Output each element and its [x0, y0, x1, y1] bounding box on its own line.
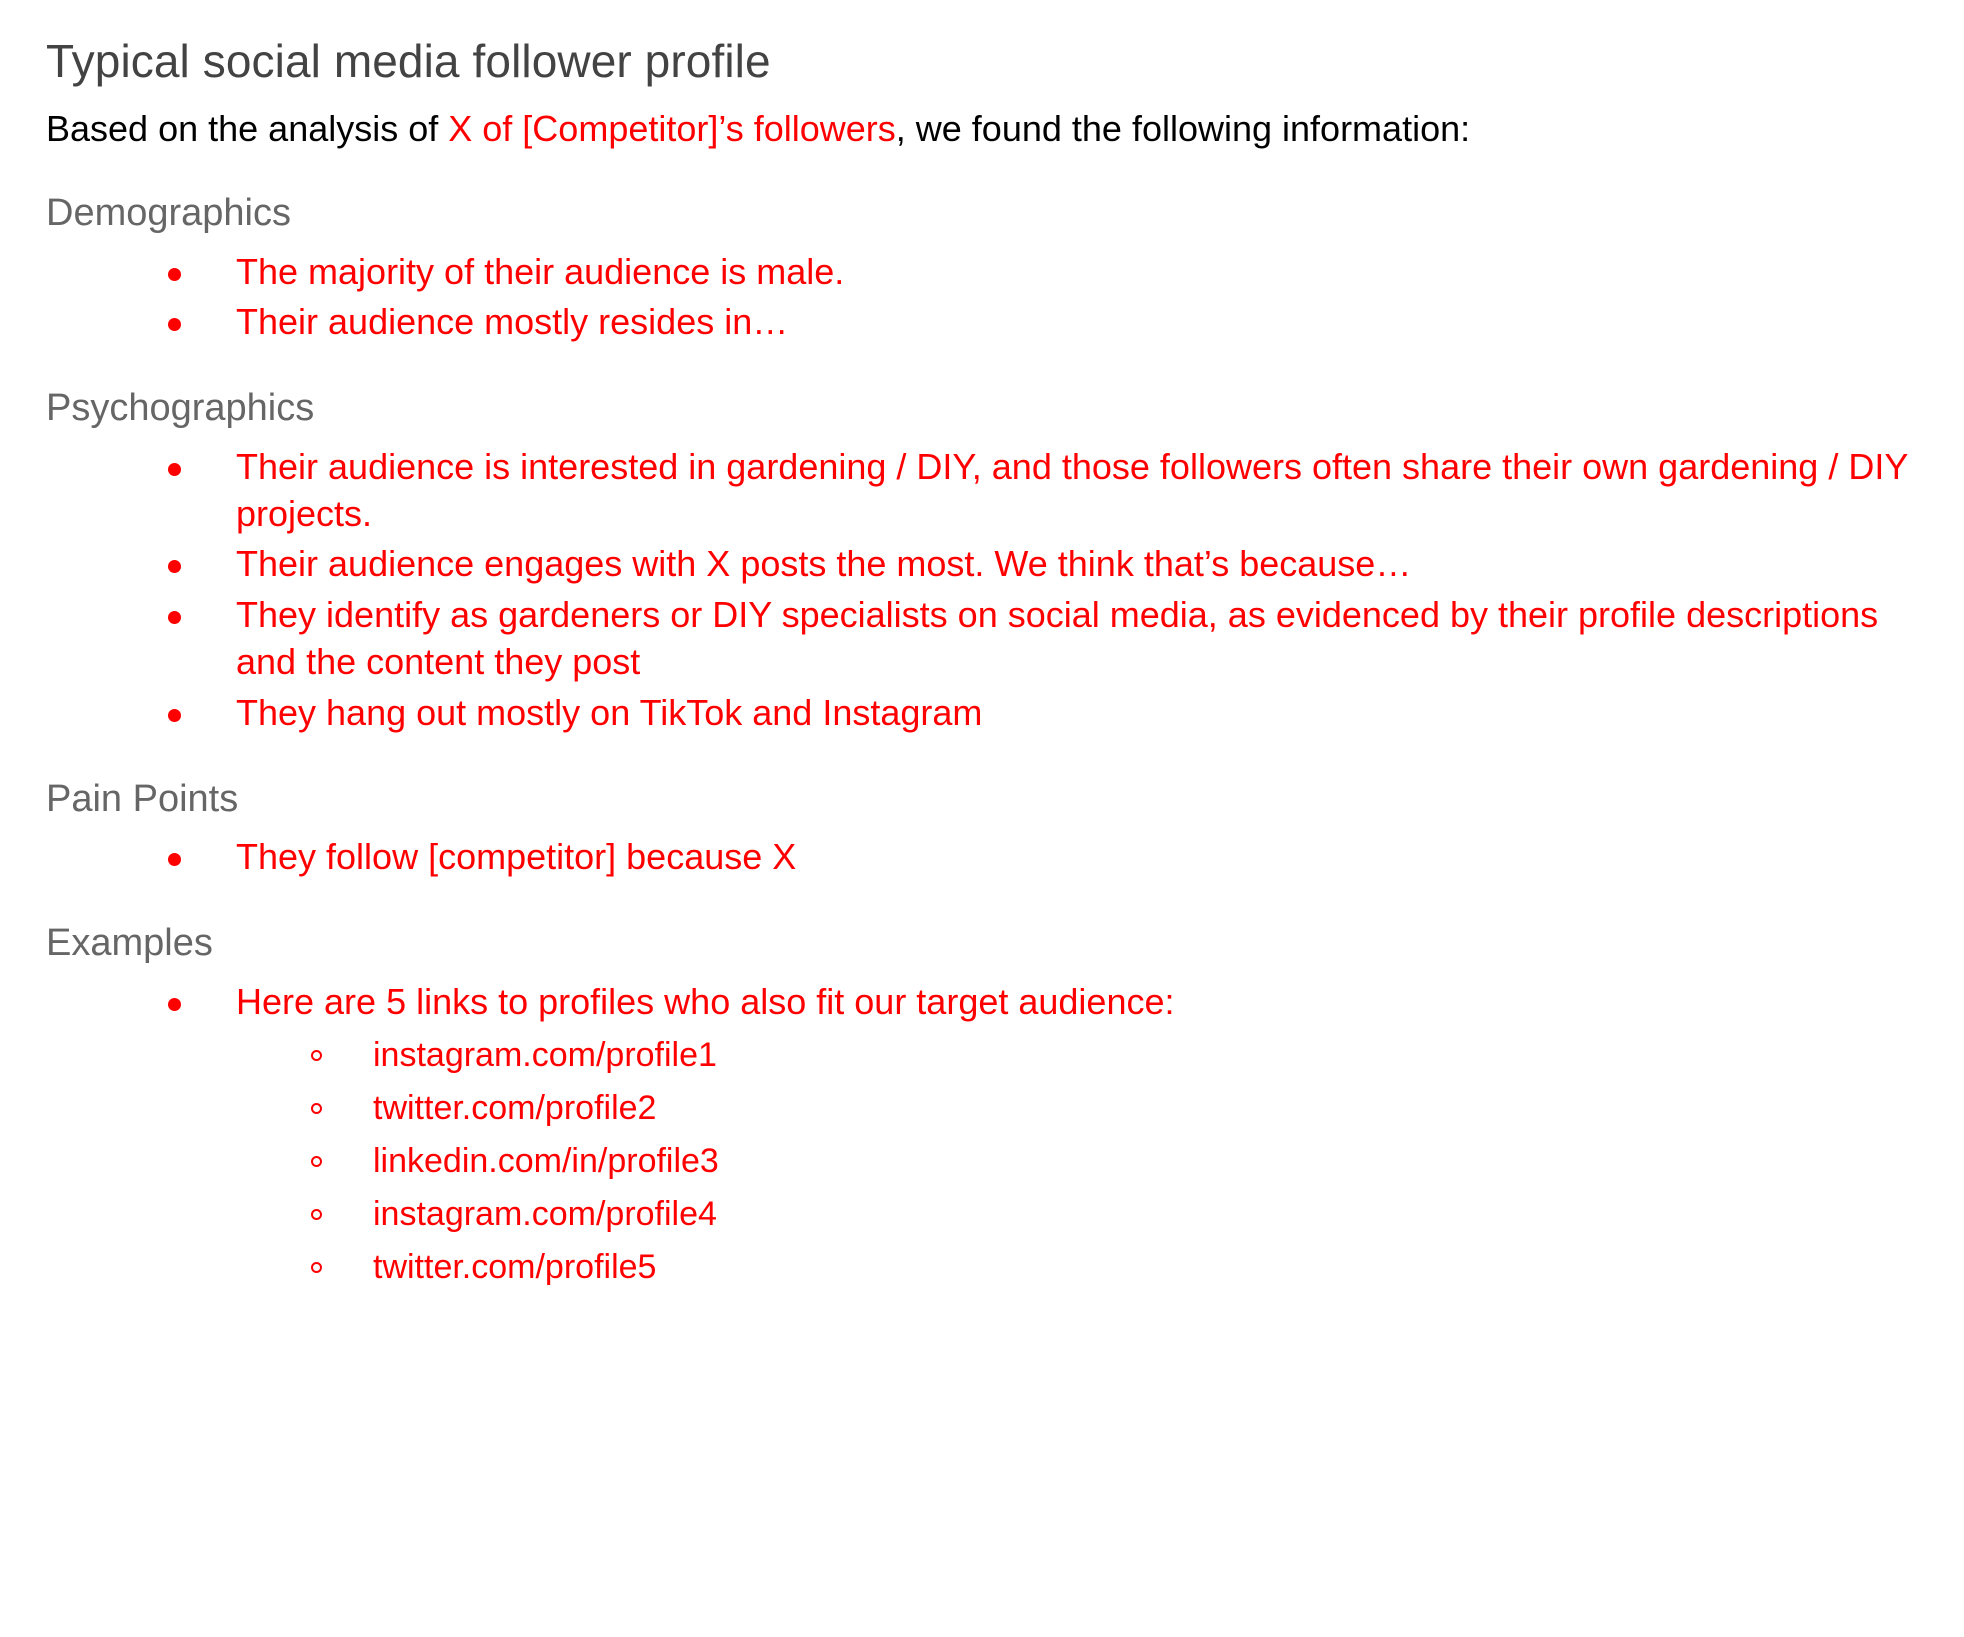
profile-link-text[interactable]: twitter.com/profile2: [373, 1089, 656, 1127]
profile-link-text[interactable]: instagram.com/profile4: [373, 1195, 717, 1233]
profile-link-text[interactable]: twitter.com/profile5: [373, 1248, 656, 1286]
section-heading: Pain Points: [46, 777, 239, 820]
section-heading: Examples: [46, 922, 213, 965]
sub-list-item[interactable]: instagram.com/profile1: [236, 1033, 1918, 1078]
section-pain-points: Pain Points They follow [competitor] beca…: [46, 777, 1918, 881]
intro-text-before: Based on the analysis of: [46, 108, 449, 150]
list-item-text: Their audience mostly resides in…: [236, 301, 789, 343]
list-item: Here are 5 links to profiles who also fi…: [46, 979, 1918, 1290]
sub-list-item[interactable]: twitter.com/profile5: [236, 1245, 1918, 1290]
list-item-text: Their audience engages with X posts the …: [236, 543, 1412, 585]
intro-paragraph: Based on the analysis of X of [Competito…: [46, 106, 1918, 153]
list-item-text: They identify as gardeners or DIY specia…: [236, 594, 1879, 683]
list-item: They hang out mostly on TikTok and Insta…: [46, 690, 1918, 737]
profile-link-text[interactable]: instagram.com/profile1: [373, 1036, 717, 1074]
list-item: Their audience is interested in gardenin…: [46, 444, 1918, 538]
section-examples: Examples Here are 5 links to profiles who…: [46, 921, 1918, 1290]
page-title: Typical social media follower profile: [46, 35, 771, 87]
sections-container: Demographics The majority of their audien…: [46, 191, 1918, 1290]
section-psychographics: Psychographics Their audience is interest…: [46, 386, 1918, 736]
bullet-list: They follow [competitor] because X: [46, 834, 1918, 881]
document-body: Typical social media follower profile Ba…: [0, 0, 1964, 1637]
sub-list-item[interactable]: linkedin.com/in/profile3: [236, 1139, 1918, 1184]
list-item-text: The majority of their audience is male.: [236, 250, 845, 292]
list-item: They identify as gardeners or DIY specia…: [46, 592, 1918, 686]
sub-list-item[interactable]: instagram.com/profile4: [236, 1192, 1918, 1237]
profile-link-text[interactable]: linkedin.com/in/profile3: [373, 1142, 719, 1180]
sub-bullet-list: instagram.com/profile1 twitter.com/profil…: [236, 1033, 1918, 1289]
bullet-list: Here are 5 links to profiles who also fi…: [46, 979, 1918, 1290]
list-item-text: They hang out mostly on TikTok and Insta…: [236, 691, 983, 733]
list-item: The majority of their audience is male.: [46, 249, 1918, 296]
bullet-list: Their audience is interested in gardenin…: [46, 444, 1918, 737]
section-heading: Psychographics: [46, 387, 315, 430]
list-item-text: Here are 5 links to profiles who also fi…: [236, 980, 1175, 1022]
section-demographics: Demographics The majority of their audien…: [46, 191, 1918, 346]
intro-highlight: X of [Competitor]’s followers: [448, 108, 896, 150]
list-item: Their audience mostly resides in…: [46, 299, 1918, 346]
list-item-text: They follow [competitor] because X: [236, 836, 797, 878]
intro-text-after: , we found the following information:: [895, 108, 1471, 150]
section-heading: Demographics: [46, 192, 291, 235]
list-item-text: Their audience is interested in gardenin…: [236, 445, 1908, 534]
bullet-list: The majority of their audience is male. T…: [46, 249, 1918, 347]
sub-list-item[interactable]: twitter.com/profile2: [236, 1086, 1918, 1131]
list-item: Their audience engages with X posts the …: [46, 541, 1918, 588]
list-item: They follow [competitor] because X: [46, 834, 1918, 881]
